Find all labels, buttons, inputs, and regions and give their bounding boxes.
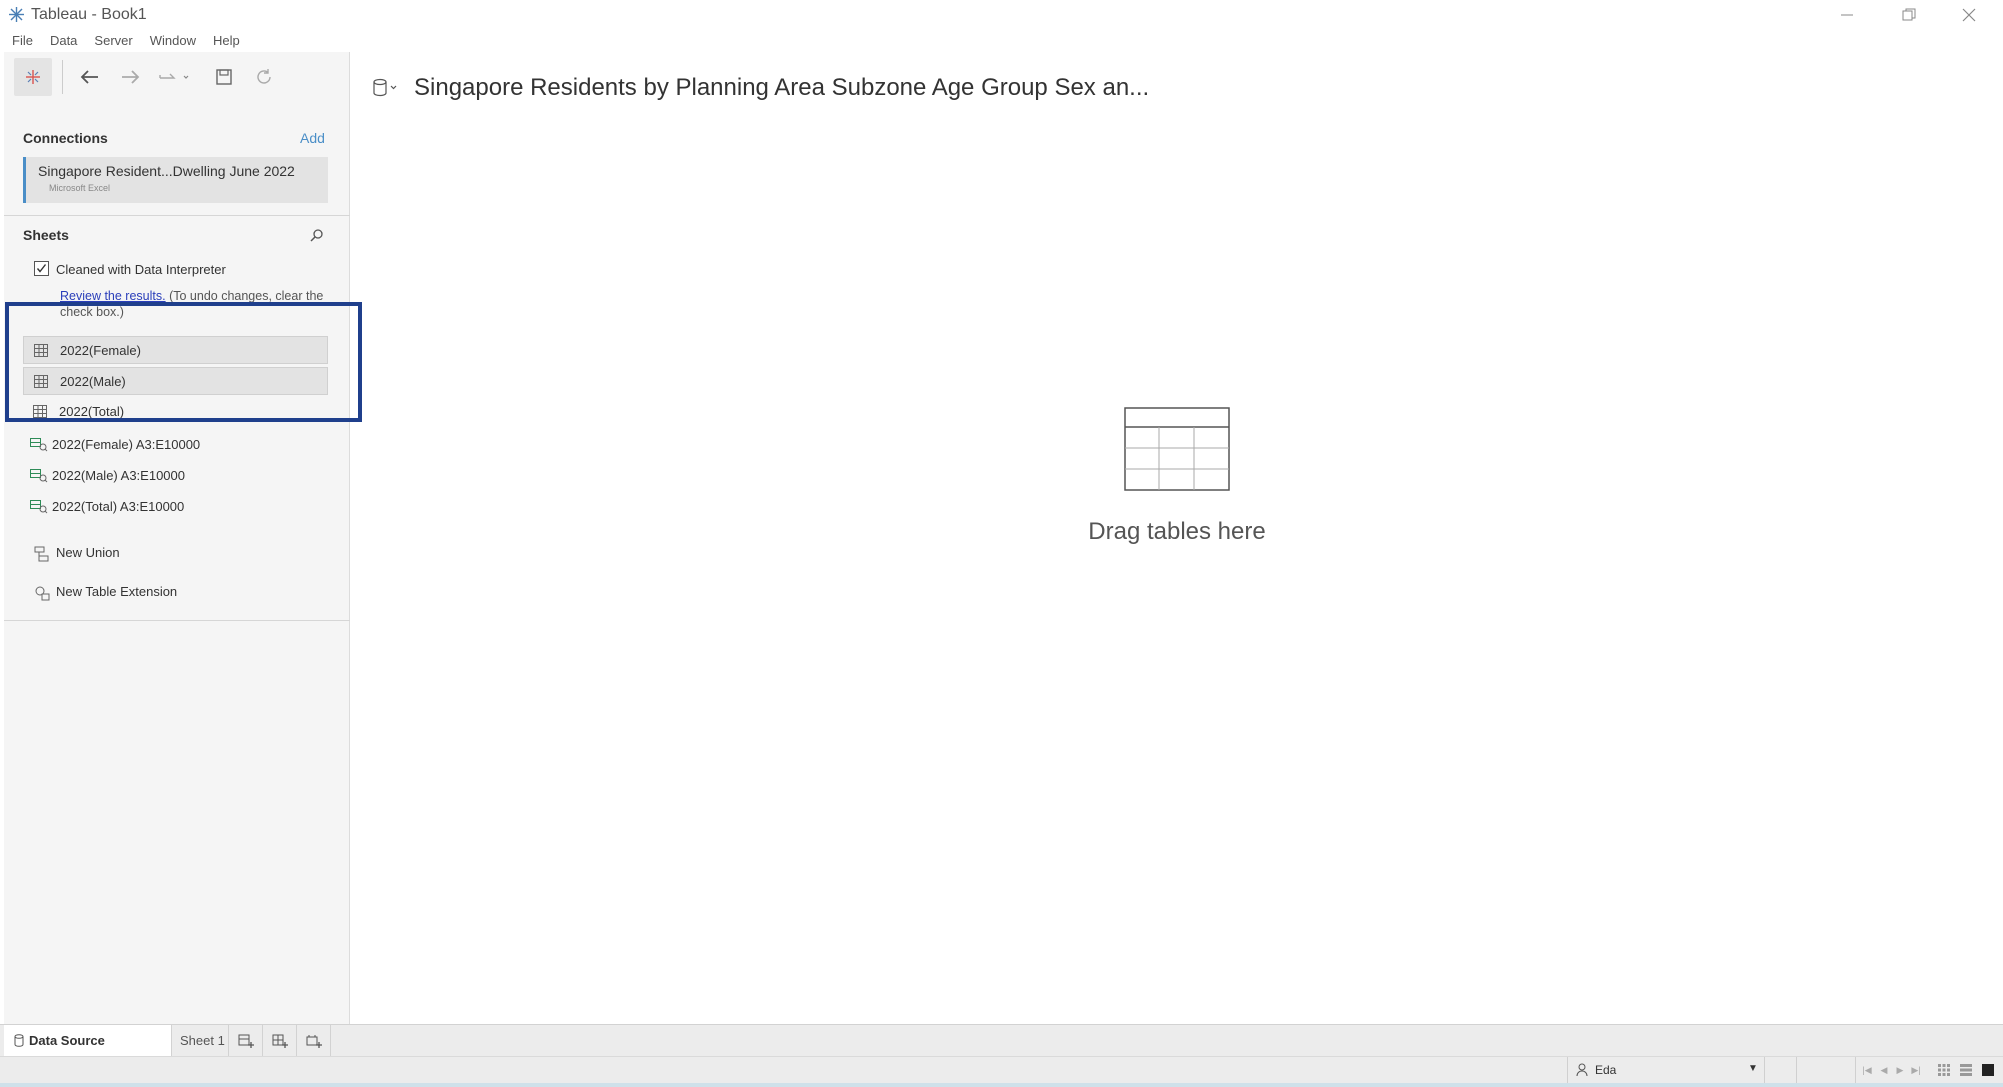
close-icon — [1962, 8, 1976, 22]
menu-data[interactable]: Data — [50, 31, 77, 51]
sheets-heading: Sheets — [23, 227, 69, 243]
add-connection-link[interactable]: Add — [300, 130, 325, 146]
database-dropdown-icon[interactable] — [372, 78, 398, 98]
refresh-icon — [257, 69, 271, 84]
panel-divider — [4, 620, 350, 621]
arrow-left-icon — [80, 70, 98, 84]
status-cell — [1765, 1057, 1797, 1083]
last-page-icon[interactable]: ▶| — [1910, 1064, 1922, 1076]
table-placeholder-icon — [1124, 407, 1230, 491]
list-view-icon[interactable] — [1959, 1063, 1973, 1077]
sheet-label: 2022(Male) — [60, 374, 126, 389]
chevron-down-icon: ▼ — [1748, 1063, 1758, 1074]
tab-sheet-label: Sheet 1 — [180, 1033, 225, 1048]
menu-window[interactable]: Window — [150, 31, 196, 51]
redo-button[interactable] — [117, 64, 143, 90]
close-button[interactable] — [1944, 2, 1994, 28]
named-range-icon — [30, 500, 48, 514]
table-icon — [34, 375, 48, 388]
single-view-icon[interactable] — [1981, 1063, 1995, 1077]
status-strip — [0, 1083, 2003, 1087]
data-interpreter-label: Cleaned with Data Interpreter — [56, 262, 226, 277]
sheet-table-2022-total[interactable]: 2022(Total) — [23, 398, 328, 418]
tab-data-source-label: Data Source — [29, 1033, 105, 1048]
range-label: 2022(Female) A3:E10000 — [52, 437, 201, 452]
review-note: Review the results. (To undo changes, cl… — [60, 288, 330, 320]
menu-bar: File Data Server Window Help — [0, 31, 257, 51]
arrow-right-icon — [122, 70, 140, 84]
save-button[interactable] — [211, 64, 237, 90]
data-source-panel: Connections Add Singapore Resident...Dwe… — [4, 52, 350, 1024]
status-bar: Eda ▼ |◀ ◀ ▶ ▶| — [0, 1056, 2003, 1087]
sheet-table-2022-female[interactable]: 2022(Female) — [23, 336, 328, 364]
range-label: 2022(Total) A3:E10000 — [52, 499, 185, 514]
user-icon — [1576, 1063, 1588, 1077]
named-range-icon — [30, 438, 48, 452]
data-interpreter-checkbox[interactable] — [34, 261, 49, 276]
status-cell — [1797, 1057, 1856, 1083]
first-page-icon[interactable]: |◀ — [1861, 1064, 1873, 1076]
new-union-label: New Union — [56, 545, 120, 560]
tab-data-source[interactable]: Data Source — [4, 1025, 172, 1056]
new-story-icon — [306, 1034, 322, 1048]
sheet-table-2022-male[interactable]: 2022(Male) — [23, 367, 328, 395]
new-worksheet-button[interactable] — [230, 1025, 263, 1056]
restore-icon — [1902, 8, 1916, 21]
user-name: Eda — [1595, 1063, 1617, 1077]
review-results-link[interactable]: Review the results. — [60, 289, 166, 303]
search-icon[interactable] — [310, 228, 324, 242]
new-story-button[interactable] — [298, 1025, 331, 1056]
range-label: 2022(Male) A3:E10000 — [52, 468, 185, 483]
database-icon — [14, 1034, 24, 1047]
table-icon — [34, 344, 48, 357]
minimize-button[interactable] — [1822, 2, 1872, 28]
refresh-button[interactable] — [251, 64, 277, 90]
sheet-label: 2022(Total) — [59, 404, 125, 418]
window-title: Tableau - Book1 — [31, 6, 147, 23]
new-table-extension-label: New Table Extension — [56, 584, 178, 599]
undo-button[interactable] — [77, 64, 103, 90]
connection-item[interactable]: Singapore Resident...Dwelling June 2022 … — [23, 157, 328, 203]
title-bar: Tableau - Book1 — [0, 0, 2003, 30]
minimize-icon — [1841, 14, 1853, 16]
table-extension-icon — [35, 586, 50, 601]
tableau-home-icon — [26, 70, 40, 84]
restore-button[interactable] — [1884, 2, 1934, 28]
new-dashboard-icon — [272, 1034, 288, 1048]
connection-name: Singapore Resident...Dwelling June 2022 — [38, 163, 295, 179]
checkmark-icon — [36, 264, 47, 273]
toolbar — [4, 52, 350, 102]
connection-type: Microsoft Excel — [49, 183, 111, 193]
union-icon — [34, 546, 49, 562]
new-worksheet-icon — [238, 1034, 254, 1048]
menu-server[interactable]: Server — [94, 31, 132, 51]
save-icon — [216, 69, 232, 85]
menu-file[interactable]: File — [12, 31, 33, 51]
drag-tables-hint: Drag tables here — [1088, 518, 1266, 545]
grid-view-icon[interactable] — [1937, 1063, 1951, 1077]
menu-help[interactable]: Help — [213, 31, 240, 51]
previous-page-icon[interactable]: ◀ — [1878, 1064, 1890, 1076]
new-dashboard-button[interactable] — [264, 1025, 297, 1056]
table-icon — [33, 405, 47, 418]
tab-sheet-1[interactable]: Sheet 1 — [172, 1025, 229, 1056]
panel-divider — [4, 215, 350, 216]
replay-button[interactable] — [156, 64, 196, 90]
tableau-logo-icon — [9, 7, 24, 22]
datasource-title[interactable]: Singapore Residents by Planning Area Sub… — [414, 74, 1149, 102]
replay-dropdown-icon — [159, 73, 189, 79]
sheet-label: 2022(Female) — [60, 343, 141, 358]
sheet-tab-bar: Data Source Sheet 1 — [0, 1024, 2003, 1056]
toolbar-separator — [62, 60, 63, 94]
next-page-icon[interactable]: ▶ — [1894, 1064, 1906, 1076]
connections-heading: Connections — [23, 130, 108, 146]
named-range-icon — [30, 469, 48, 483]
user-menu[interactable]: Eda ▼ — [1567, 1057, 1765, 1083]
start-page-button[interactable] — [14, 58, 52, 96]
